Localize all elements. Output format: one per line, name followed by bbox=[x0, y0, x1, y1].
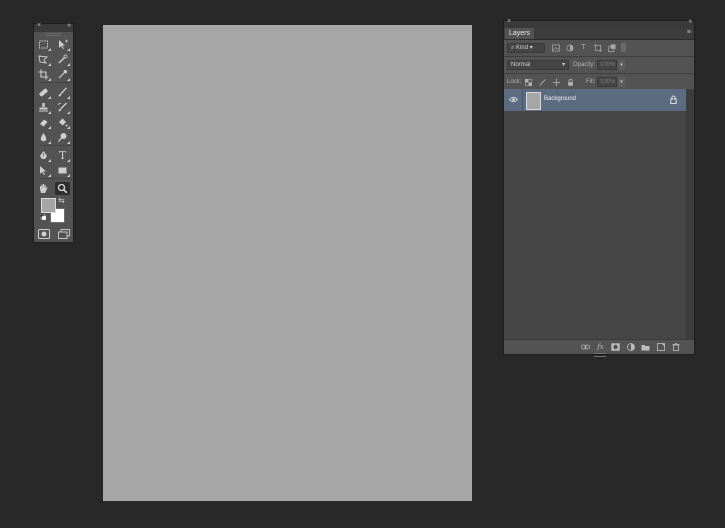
filter-kind-value: Kind bbox=[516, 45, 529, 51]
link-layers-icon[interactable] bbox=[581, 343, 590, 351]
layer-filter-row: ⌕ Kind ▾ T bbox=[504, 40, 694, 57]
layers-tab-row: Layers ≡ bbox=[504, 28, 694, 40]
lock-label: Lock: bbox=[507, 79, 522, 85]
quick-mask-icon[interactable] bbox=[38, 229, 50, 239]
tools-close-button[interactable]: × bbox=[37, 22, 41, 29]
panel-resize-grip[interactable] bbox=[594, 353, 606, 357]
type-filter-icon[interactable]: T bbox=[579, 43, 588, 52]
history-brush-tool[interactable] bbox=[55, 101, 70, 114]
tools-separator bbox=[40, 145, 72, 146]
default-colors-icon[interactable] bbox=[40, 214, 46, 220]
tools-separator bbox=[40, 178, 72, 179]
path-selection-tool[interactable] bbox=[36, 164, 51, 177]
lock-image-icon[interactable] bbox=[538, 78, 546, 86]
filter-toggle-switch[interactable] bbox=[621, 43, 626, 52]
opacity-dropdown-arrow[interactable]: ▾ bbox=[618, 60, 625, 70]
tools-panel-header[interactable]: × ›› bbox=[34, 22, 73, 32]
adjustment-filter-icon[interactable] bbox=[565, 43, 574, 52]
crop-tool[interactable] bbox=[36, 68, 51, 81]
opacity-input[interactable]: 100% bbox=[597, 60, 617, 70]
type-icon: T bbox=[58, 149, 67, 162]
filter-kind-select[interactable]: ⌕ Kind ▾ bbox=[507, 43, 545, 53]
fill-input[interactable]: 100% bbox=[597, 77, 617, 87]
delete-layer-icon[interactable] bbox=[671, 343, 680, 351]
group-folder-icon[interactable] bbox=[641, 343, 650, 351]
layers-panel-header[interactable]: × ›› bbox=[504, 18, 694, 28]
layer-style-icon[interactable]: fx bbox=[596, 343, 605, 351]
pen-tool[interactable] bbox=[36, 149, 51, 162]
layers-close-button[interactable]: × bbox=[507, 18, 511, 25]
screen-mode-icon[interactable] bbox=[58, 229, 70, 239]
fill-dropdown-arrow[interactable]: ▾ bbox=[618, 77, 625, 87]
layers-bottom-bar: fx bbox=[504, 339, 694, 357]
dodge-tool[interactable] bbox=[55, 131, 70, 144]
layers-panel: × ›› Layers ≡ ⌕ Kind ▾ T Normal ▾ Opacit… bbox=[503, 18, 695, 357]
blend-mode-value: Normal bbox=[511, 62, 531, 68]
chevron-down-icon: ▾ bbox=[561, 62, 565, 68]
spot-healing-tool[interactable] bbox=[36, 86, 51, 99]
chevron-down-icon: ▾ bbox=[529, 45, 533, 51]
layers-scrollbar[interactable] bbox=[686, 89, 694, 340]
blur-tool[interactable] bbox=[36, 131, 51, 144]
layer-mask-icon[interactable] bbox=[611, 343, 620, 351]
brush-tool[interactable] bbox=[55, 86, 70, 99]
new-layer-icon[interactable] bbox=[656, 343, 665, 351]
blend-opacity-row: Normal ▾ Opacity: 100% ▾ bbox=[504, 57, 694, 74]
smart-object-filter-icon[interactable] bbox=[607, 43, 616, 52]
filter-icons: T bbox=[551, 43, 616, 52]
clone-stamp-tool[interactable] bbox=[36, 101, 51, 114]
rectangle-shape-tool[interactable] bbox=[55, 164, 70, 177]
layer-list: Background bbox=[504, 89, 686, 340]
adjustment-layer-icon[interactable] bbox=[626, 343, 635, 351]
lock-transparent-icon[interactable] bbox=[524, 78, 532, 86]
tools-panel: × ›› T ⇆ bbox=[33, 22, 74, 243]
blend-mode-select[interactable]: Normal ▾ bbox=[507, 60, 569, 70]
shape-filter-icon[interactable] bbox=[593, 43, 602, 52]
hand-tool[interactable] bbox=[36, 182, 51, 195]
layer-name[interactable]: Background bbox=[544, 96, 576, 102]
panel-menu-icon[interactable]: ≡ bbox=[687, 29, 691, 36]
quick-selection-tool[interactable] bbox=[55, 53, 70, 66]
foreground-color-swatch[interactable] bbox=[41, 198, 56, 213]
eye-icon[interactable] bbox=[509, 96, 518, 103]
lock-all-icon[interactable] bbox=[566, 78, 574, 86]
move-tool[interactable] bbox=[55, 38, 70, 51]
hand-icon bbox=[40, 184, 48, 193]
lasso-tool[interactable] bbox=[36, 53, 51, 66]
eyedropper-tool[interactable] bbox=[55, 68, 70, 81]
zoom-tool[interactable] bbox=[55, 182, 70, 195]
tools-collapse-button[interactable]: ›› bbox=[67, 22, 71, 29]
paint-bucket-tool[interactable] bbox=[55, 116, 70, 129]
tools-separator bbox=[40, 82, 72, 83]
layer-action-icons: fx bbox=[581, 343, 680, 351]
zoom-icon bbox=[57, 183, 68, 194]
opacity-label: Opacity: bbox=[573, 62, 596, 68]
tab-layers[interactable]: Layers bbox=[505, 28, 535, 39]
layers-collapse-button[interactable]: ›› bbox=[688, 18, 692, 25]
rectangular-marquee-tool[interactable] bbox=[36, 38, 51, 51]
type-tool[interactable]: T bbox=[55, 149, 70, 162]
document-canvas[interactable] bbox=[103, 25, 472, 501]
swap-colors-icon[interactable]: ⇆ bbox=[58, 196, 65, 205]
eraser-tool[interactable] bbox=[36, 116, 51, 129]
tools-panel-grip[interactable] bbox=[46, 33, 61, 36]
layer-row-background[interactable]: Background bbox=[504, 89, 686, 111]
layer-thumbnail bbox=[526, 92, 541, 110]
lock-icons bbox=[524, 78, 574, 86]
image-filter-icon[interactable] bbox=[551, 43, 560, 52]
lock-position-icon[interactable] bbox=[552, 78, 560, 86]
visibility-divider bbox=[522, 89, 523, 111]
fill-label: Fill: bbox=[586, 79, 596, 85]
lock-icon[interactable] bbox=[670, 95, 677, 104]
